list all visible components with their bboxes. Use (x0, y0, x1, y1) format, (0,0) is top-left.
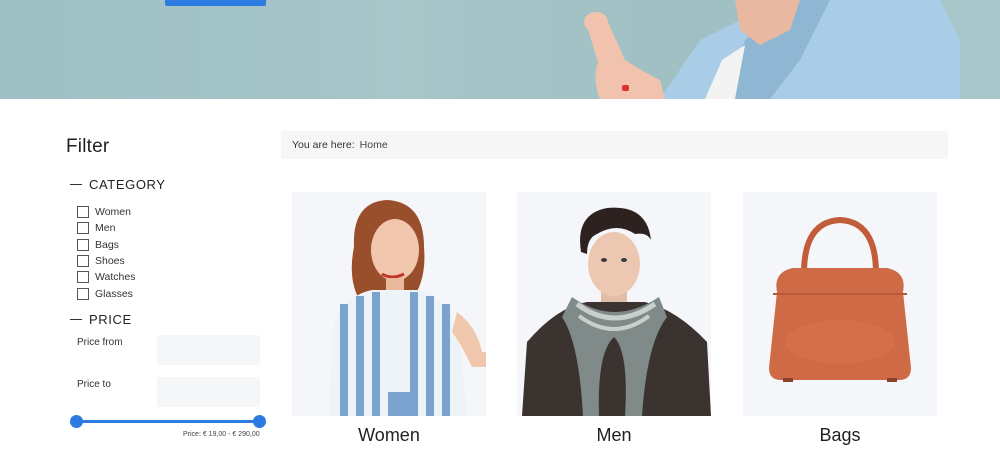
category-option-men[interactable]: Men (77, 220, 135, 236)
category-card-women[interactable]: Women (292, 192, 486, 452)
hero-person-image (584, 0, 960, 99)
category-card-bags[interactable]: Bags (743, 192, 937, 452)
bags-label[interactable]: Bags (743, 425, 937, 446)
price-to-input[interactable] (157, 377, 260, 407)
collapse-icon (70, 318, 82, 321)
checkbox[interactable] (77, 255, 89, 268)
price-slider-max-handle[interactable] (253, 415, 266, 428)
checkbox[interactable] (77, 238, 89, 251)
category-option-label: Women (95, 206, 131, 219)
breadcrumb-home-link[interactable]: Home (360, 139, 388, 151)
men-image[interactable] (517, 192, 711, 416)
women-label[interactable]: Women (292, 425, 486, 446)
category-option-bags[interactable]: Bags (77, 237, 135, 253)
breadcrumb: You are here: Home (281, 131, 948, 159)
price-slider-track[interactable] (77, 420, 260, 423)
checkbox[interactable] (77, 206, 89, 219)
men-label[interactable]: Men (517, 425, 711, 446)
category-option-watches[interactable]: Watches (77, 269, 135, 285)
collapse-icon (70, 183, 82, 186)
price-section-toggle[interactable]: PRICE (70, 312, 132, 327)
price-from-label: Price from (77, 337, 123, 348)
price-range-text: Price: € 19,00 - € 290,00 (183, 431, 260, 438)
price-heading: PRICE (89, 312, 132, 327)
category-option-women[interactable]: Women (77, 204, 135, 220)
category-heading: CATEGORY (89, 177, 166, 192)
category-option-shoes[interactable]: Shoes (77, 253, 135, 269)
category-option-glasses[interactable]: Glasses (77, 285, 135, 301)
checkbox[interactable] (77, 222, 89, 235)
breadcrumb-prefix: You are here: (292, 139, 355, 151)
checkbox[interactable] (77, 287, 89, 300)
category-option-label: Bags (95, 238, 119, 251)
women-image[interactable] (292, 192, 486, 416)
bags-image[interactable] (743, 192, 937, 416)
filter-title: Filter (66, 136, 110, 157)
category-option-label: Men (95, 222, 116, 235)
category-list: Women Men Bags Shoes Watches Glasses (77, 204, 135, 302)
category-option-label: Watches (95, 271, 136, 284)
category-card-men[interactable]: Men (517, 192, 711, 452)
price-slider-min-handle[interactable] (70, 415, 83, 428)
hero-banner (0, 0, 1000, 99)
checkbox[interactable] (77, 271, 89, 284)
category-option-label: Shoes (95, 255, 125, 268)
price-from-input[interactable] (157, 335, 260, 365)
category-option-label: Glasses (95, 287, 133, 300)
price-to-label: Price to (77, 379, 111, 390)
hero-cta-button[interactable] (165, 0, 266, 6)
category-section-toggle[interactable]: CATEGORY (70, 177, 166, 192)
